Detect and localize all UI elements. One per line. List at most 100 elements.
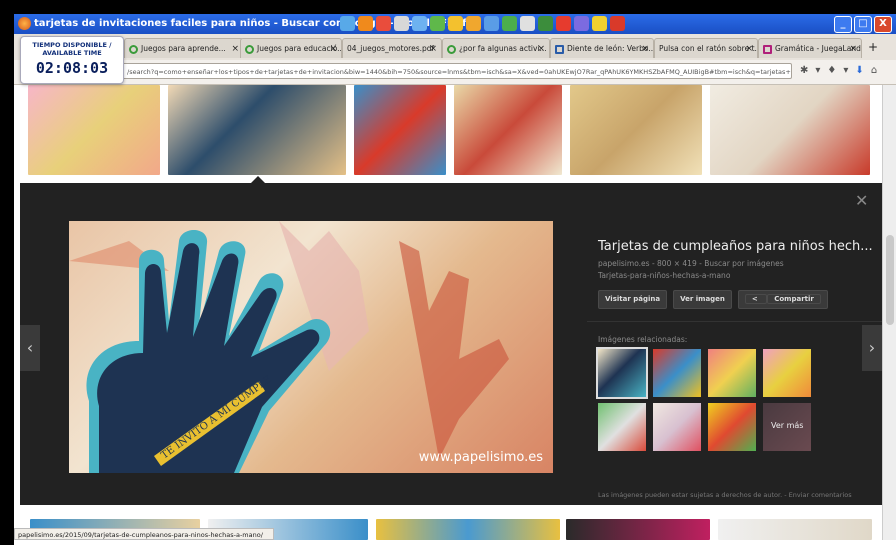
tab-favicon-icon	[129, 44, 138, 54]
visit-page-button[interactable]: Visitar página	[598, 290, 668, 309]
tab-close-icon[interactable]: ×	[745, 39, 753, 58]
app-icon[interactable]	[520, 16, 535, 31]
app-icon[interactable]	[592, 16, 607, 31]
tab[interactable]: Juegos para aprende... ×	[124, 38, 244, 58]
tab-favicon-icon	[763, 44, 772, 54]
preview-subtitle: Tarjetas-para-niños-hechas-a-mano	[598, 271, 731, 280]
tab-label: ¿por fa algunas activi...	[459, 44, 547, 53]
preview-title[interactable]: Tarjetas de cumpleaños para niños hech..…	[598, 239, 873, 254]
result-thumbnail[interactable]	[354, 85, 446, 175]
minimize-button[interactable]: _	[834, 16, 852, 33]
app-icon[interactable]	[412, 16, 427, 31]
related-image[interactable]	[763, 349, 811, 397]
related-more-tile[interactable]: Ver más	[763, 403, 811, 451]
taskbar-quick-icons	[340, 16, 625, 32]
related-image[interactable]	[708, 403, 756, 451]
app-icon[interactable]	[358, 16, 373, 31]
tab-favicon-icon	[447, 44, 456, 54]
firefox-icon	[18, 17, 31, 30]
app-icon[interactable]	[484, 16, 499, 31]
addon-icon[interactable]: ✱	[800, 65, 808, 76]
image-preview-panel: ✕ ‹ › TE INVITO A MI CUMPLE www.papelisi…	[20, 183, 882, 505]
screen-border-left	[0, 0, 14, 545]
screen-border-top	[0, 0, 896, 14]
download-icon[interactable]: ⬇	[855, 65, 863, 76]
tab-close-icon[interactable]: ×	[329, 39, 337, 58]
preview-image[interactable]: TE INVITO A MI CUMPLE www.papelisimo.es	[69, 221, 553, 473]
app-icon[interactable]	[430, 16, 445, 31]
hand-card-illustration: TE INVITO A MI CUMPLE	[69, 221, 509, 473]
app-icon[interactable]	[394, 16, 409, 31]
tab-close-icon[interactable]: ×	[231, 39, 239, 58]
tab-close-icon[interactable]: ×	[537, 39, 545, 58]
toolbar-icons: ✱ ▾ ♦ ▾ ⬇ ⌂	[800, 65, 877, 76]
selection-pointer	[251, 176, 265, 183]
view-image-button[interactable]: Ver imagen	[673, 290, 732, 309]
divider	[587, 321, 882, 322]
app-icon[interactable]	[610, 16, 625, 31]
previous-image-button[interactable]: ‹	[20, 325, 40, 371]
tab-label: Juegos para aprende...	[141, 44, 226, 53]
result-thumbnail[interactable]	[28, 85, 160, 175]
tab-close-icon[interactable]: ×	[849, 39, 857, 58]
scrollbar-thumb[interactable]	[886, 235, 894, 325]
status-bar: papelisimo.es/2015/09/tarjetas-de-cumple…	[14, 528, 274, 540]
image-watermark: www.papelisimo.es	[418, 450, 543, 465]
tab[interactable]: Pulsa con el ratón sobre t... ×	[654, 38, 758, 58]
related-image[interactable]	[653, 349, 701, 397]
address-bar[interactable]: /search?q=como+enseñar+los+tipos+de+tarj…	[122, 63, 792, 79]
close-window-button[interactable]: X	[874, 16, 892, 33]
tab[interactable]: Gramática - JuegaLand ×	[758, 38, 862, 58]
see-more-label: Ver más	[771, 421, 804, 430]
page-content: ✕ ‹ › TE INVITO A MI CUMPLE www.papelisi…	[14, 85, 882, 540]
navigation-toolbar: /search?q=como+enseñar+los+tipos+de+tarj…	[14, 60, 896, 85]
result-thumbnail[interactable]	[566, 519, 710, 540]
close-preview-icon[interactable]: ✕	[855, 191, 868, 210]
tab[interactable]: Diente de león: Verbo... ×	[550, 38, 654, 58]
new-tab-button[interactable]: +	[868, 40, 878, 54]
tab-label: Pulsa con el ratón sobre t...	[659, 44, 758, 53]
bookmark-icon[interactable]: ♦	[827, 65, 836, 76]
dropdown-icon[interactable]: ▾	[843, 65, 848, 76]
dropdown-icon[interactable]: ▾	[815, 65, 820, 76]
preview-meta: papelisimo.es - 800 × 419 - Buscar por i…	[598, 259, 784, 268]
related-image[interactable]	[708, 349, 756, 397]
result-thumbnail[interactable]	[710, 85, 870, 175]
result-thumbnail[interactable]	[454, 85, 562, 175]
available-time-widget: TIEMPO DISPONIBLE / AVAILABLE TIME 02:08…	[20, 36, 124, 84]
result-thumbnail[interactable]	[570, 85, 702, 175]
app-icon[interactable]	[502, 16, 517, 31]
app-icon[interactable]	[340, 16, 355, 31]
share-label: Compartir	[767, 294, 821, 304]
app-icon[interactable]	[448, 16, 463, 31]
tab[interactable]: 04_juegos_motores.pdf ×	[342, 38, 442, 58]
result-thumbnail[interactable]	[718, 519, 872, 540]
result-thumbnail[interactable]	[376, 519, 560, 540]
tab-favicon-icon	[245, 44, 254, 54]
maximize-button[interactable]: □	[854, 16, 872, 33]
page-scrollbar[interactable]	[882, 85, 896, 540]
related-image[interactable]	[653, 403, 701, 451]
app-icon[interactable]	[574, 16, 589, 31]
tab-close-icon[interactable]: ×	[429, 39, 437, 58]
result-thumbnail-selected[interactable]	[168, 85, 346, 175]
share-button[interactable]: < Compartir	[737, 290, 828, 309]
share-icon: <	[744, 294, 768, 304]
related-images-label: Imágenes relacionadas:	[598, 335, 688, 344]
tab[interactable]: ¿por fa algunas activi... ×	[442, 38, 550, 58]
tab-label: 04_juegos_motores.pdf	[347, 44, 435, 53]
timer-label: TIEMPO DISPONIBLE / AVAILABLE TIME	[32, 41, 112, 57]
app-icon[interactable]	[538, 16, 553, 31]
tab-close-icon[interactable]: ×	[641, 39, 649, 58]
related-image[interactable]	[596, 347, 648, 399]
related-image[interactable]	[598, 403, 646, 451]
home-icon[interactable]: ⌂	[871, 65, 877, 76]
app-icon[interactable]	[556, 16, 571, 31]
app-icon[interactable]	[376, 16, 391, 31]
tab-bar: Juegos para aprende... × Juegos para educ…	[14, 34, 896, 61]
app-icon[interactable]	[466, 16, 481, 31]
tab[interactable]: Juegos para educació... ×	[240, 38, 342, 58]
preview-actions: Visitar página Ver imagen < Compartir	[598, 290, 828, 309]
timer-value: 02:08:03	[35, 59, 109, 77]
next-image-button[interactable]: ›	[862, 325, 882, 371]
